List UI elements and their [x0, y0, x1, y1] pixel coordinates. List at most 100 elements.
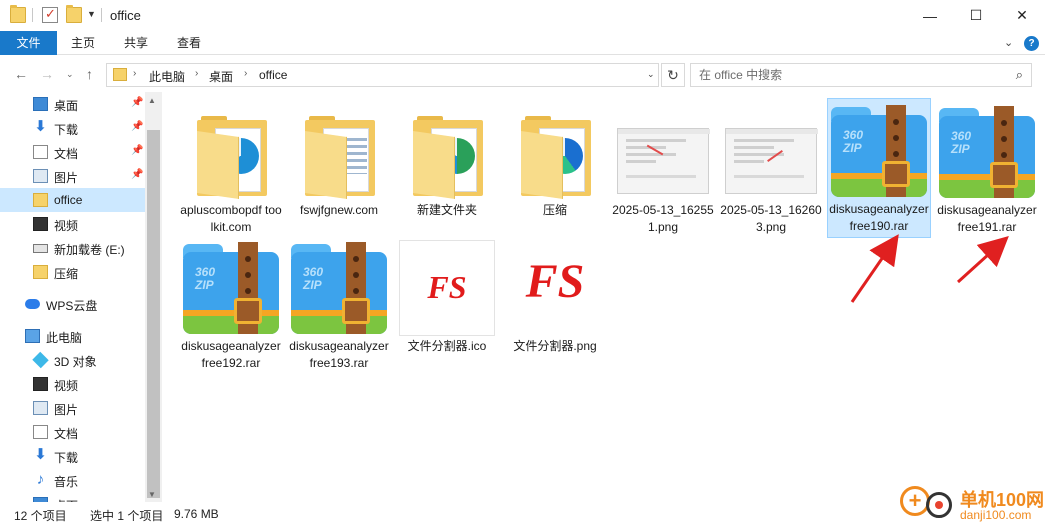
cloud-icon — [25, 299, 40, 309]
expand-ribbon-icon[interactable]: ⌄ — [1004, 36, 1013, 49]
nav-item-pictures-2[interactable]: 图片 — [0, 396, 145, 420]
file-item[interactable]: fswjfgnew.com — [287, 100, 391, 221]
file-item[interactable]: 压缩 — [503, 100, 607, 221]
file-name: diskusageanalyzerfree193.rar — [289, 339, 389, 370]
nav-label: 图片 — [54, 171, 79, 185]
search-box[interactable]: ⌕ — [690, 63, 1032, 87]
tab-file[interactable]: 文件 — [0, 31, 57, 55]
zip-label-line: 360 — [195, 265, 216, 279]
tab-home[interactable]: 主页 — [62, 31, 104, 55]
address-bar[interactable]: › 此电脑 › 桌面 › office ⌄ — [106, 63, 659, 87]
file-grid: apluscombopdf toolkit.com fswjfgnew.com … — [163, 92, 1043, 502]
nav-item-desktop[interactable]: 桌面 📌 — [0, 92, 145, 116]
folder-icon — [10, 5, 26, 23]
download-icon: ⬇ — [34, 118, 47, 135]
file-item[interactable]: 360 ZIP diskusageanalyzerfree192.rar — [179, 236, 283, 374]
minimize-button[interactable]: — — [907, 0, 953, 31]
pin-icon[interactable]: 📌 — [131, 97, 143, 108]
file-name: 压缩 — [542, 203, 567, 217]
drive-icon — [33, 244, 48, 253]
document-icon — [33, 425, 48, 439]
nav-item-compress[interactable]: 压缩 — [0, 260, 145, 284]
music-icon: ♪ — [36, 471, 45, 488]
nav-item-desktop-2[interactable]: 桌面 — [0, 492, 145, 502]
file-item-selected[interactable]: 360 ZIP diskusageanalyzerfree190.rar — [827, 98, 931, 238]
maximize-icon: ☐ — [969, 7, 983, 23]
chevron-right-icon[interactable]: › — [195, 68, 198, 79]
nav-label: office — [54, 193, 83, 207]
nav-item-music[interactable]: ♪ 音乐 — [0, 468, 145, 492]
nav-label: 新加载卷 (E:) — [54, 243, 125, 257]
new-folder-icon[interactable] — [66, 5, 82, 23]
nav-item-this-pc[interactable]: 此电脑 — [0, 324, 145, 348]
nav-item-office[interactable]: office — [0, 188, 145, 212]
rar-thumbnail: 360 ZIP — [939, 104, 1035, 200]
file-name: diskusageanalyzerfree192.rar — [181, 339, 281, 370]
tab-share[interactable]: 共享 — [115, 31, 157, 55]
refresh-button[interactable]: ↻ — [661, 63, 685, 87]
nav-label: 此电脑 — [46, 331, 83, 345]
file-item[interactable]: 新建文件夹 — [395, 100, 499, 221]
pin-icon[interactable]: 📌 — [131, 121, 143, 132]
close-button[interactable]: ✕ — [999, 0, 1045, 31]
address-dropdown-icon[interactable]: ⌄ — [647, 69, 655, 80]
back-arrow-icon[interactable]: ← — [14, 66, 28, 82]
nav-item-3d-objects[interactable]: 3D 对象 — [0, 348, 145, 372]
scroll-down-icon[interactable]: ▼ — [148, 490, 156, 499]
explorer-window: ▼ office — ☐ ✕ 文件 主页 共享 查看 ⌄ ? ← → ⌄ ↑ ›… — [0, 0, 1045, 526]
file-item[interactable]: FS 文件分割器.ico — [395, 236, 499, 357]
status-bar: 12 个项目 选中 1 个项目 9.76 MB — [0, 502, 1045, 526]
nav-item-pictures[interactable]: 图片 📌 — [0, 164, 145, 188]
computer-icon — [25, 329, 40, 343]
file-item[interactable]: 2025-05-13_162603.png — [719, 100, 823, 238]
nav-item-documents-2[interactable]: 文档 — [0, 420, 145, 444]
nav-label: 文档 — [54, 147, 79, 161]
nav-item-documents[interactable]: 文档 📌 — [0, 140, 145, 164]
recent-dropdown-icon[interactable]: ⌄ — [66, 69, 74, 80]
file-item[interactable]: 2025-05-13_162551.png — [611, 100, 715, 238]
logo-ring-icon — [926, 492, 952, 518]
selection-count: 选中 1 个项目 — [90, 509, 164, 523]
nav-item-videos[interactable]: 视频 — [0, 212, 145, 236]
folder-thumbnail — [183, 104, 279, 200]
breadcrumb-desktop[interactable]: 桌面 — [209, 68, 233, 85]
folder-thumbnail — [507, 104, 603, 200]
zip-label-line: 360 — [843, 128, 864, 142]
title-bar: ▼ office — ☐ ✕ — [0, 0, 1045, 31]
search-icon[interactable]: ⌕ — [1016, 67, 1023, 83]
pin-icon[interactable]: 📌 — [131, 145, 143, 156]
breadcrumb-this-pc[interactable]: 此电脑 — [149, 68, 185, 85]
nav-item-wps-cloud[interactable]: WPS云盘 — [0, 292, 145, 316]
nav-label: 下载 — [54, 123, 79, 137]
fs-logo-text: FS — [525, 255, 585, 308]
divider — [101, 8, 102, 22]
file-item[interactable]: FS 文件分割器.png — [503, 236, 607, 357]
chevron-right-icon[interactable]: › — [244, 68, 247, 79]
nav-label: 视频 — [54, 379, 79, 393]
nav-item-downloads-2[interactable]: ⬇ 下载 — [0, 444, 145, 468]
quick-access-dropdown-icon[interactable]: ▼ — [87, 9, 96, 19]
tab-view[interactable]: 查看 — [168, 31, 210, 55]
nav-label: WPS云盘 — [46, 299, 98, 313]
nav-item-downloads[interactable]: ⬇ 下载 📌 — [0, 116, 145, 140]
nav-item-videos-2[interactable]: 视频 — [0, 372, 145, 396]
scroll-up-icon[interactable]: ▲ — [148, 96, 156, 105]
breadcrumb-office[interactable]: office — [259, 68, 287, 82]
watermark-en: danji100.com — [960, 508, 1032, 522]
help-icon[interactable]: ? — [1024, 36, 1039, 51]
file-item[interactable]: 360 ZIP diskusageanalyzerfree193.rar — [287, 236, 391, 374]
refresh-icon: ↻ — [667, 67, 679, 83]
up-arrow-icon[interactable]: ↑ — [86, 66, 93, 82]
file-item[interactable]: apluscombopdf toolkit.com — [179, 100, 283, 238]
pin-icon[interactable]: 📌 — [131, 169, 143, 180]
search-input[interactable] — [699, 68, 999, 82]
maximize-button[interactable]: ☐ — [953, 0, 999, 31]
file-item[interactable]: 360 ZIP diskusageanalyzerfree191.rar — [935, 100, 1039, 238]
forward-arrow-icon[interactable]: → — [40, 66, 54, 82]
nav-item-drive-e[interactable]: 新加载卷 (E:) — [0, 236, 145, 260]
navigation-pane: 桌面 📌 ⬇ 下载 📌 文档 📌 图片 📌 office 视频 新加载卷 (E:… — [0, 92, 160, 502]
png-thumbnail: FS — [507, 240, 603, 336]
nav-scroll-thumb[interactable] — [147, 130, 160, 498]
properties-icon[interactable] — [42, 6, 58, 23]
chevron-right-icon[interactable]: › — [133, 68, 136, 79]
